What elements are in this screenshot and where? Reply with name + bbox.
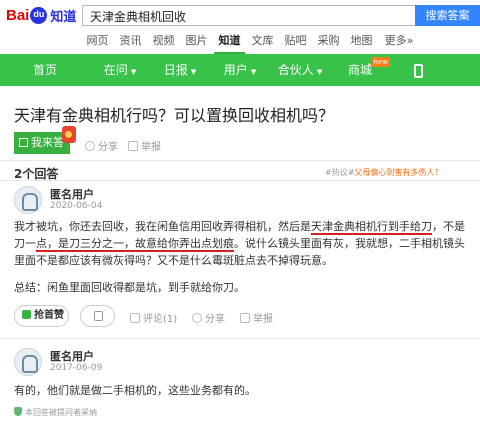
adopted-note: 本回答被提问者采纳 (14, 407, 97, 418)
tab-images[interactable]: 图片 (181, 30, 212, 54)
chevron-down-icon: ▼ (190, 68, 197, 76)
answer-summary: 总结：闲鱼里面回收得都是坑，到手就给你刀。 (14, 281, 245, 294)
edit-icon (19, 138, 28, 147)
adopted-shield-icon (14, 407, 22, 416)
report-icon (128, 141, 138, 151)
main-nav: 首页 在问 ▼ 日报 ▼ 用户 ▼ 合伙人 ▼ 商城 new (0, 54, 480, 86)
paw-icon: du (30, 6, 48, 24)
highlighted-text: 点，是刀三分之一，故意给你弄出点划痕 (36, 237, 234, 250)
nav-mobile[interactable] (390, 54, 450, 86)
tab-zhidao[interactable]: 知道 (214, 30, 245, 54)
share-icon (85, 141, 95, 151)
answer-body: 有的，他们就是做二手相机的，这些业务都有的。 (14, 384, 256, 397)
new-badge: new (371, 57, 390, 67)
tab-news[interactable]: 资讯 (115, 30, 146, 54)
search-input[interactable]: 天津金典相机回收 (82, 5, 416, 26)
tab-purchase[interactable]: 采购 (313, 30, 344, 54)
tab-tieba[interactable]: 贴吧 (280, 30, 311, 54)
tab-map[interactable]: 地图 (346, 30, 377, 54)
nav-partners[interactable]: 合伙人 ▼ (270, 54, 330, 86)
channel-tabs: 网页 资讯 视频 图片 知道 文库 贴吧 采购 地图 更多» (0, 30, 480, 54)
divider (0, 180, 480, 181)
chevron-down-icon: ▼ (316, 68, 323, 76)
nav-home[interactable]: 首页 (0, 54, 90, 86)
tab-webpage[interactable]: 网页 (82, 30, 113, 54)
search-button[interactable]: 搜索答案 (415, 5, 480, 26)
chevron-down-icon: ▼ (130, 68, 137, 76)
divider (0, 338, 480, 339)
report-link[interactable]: 举报 (128, 138, 161, 153)
logo-bai-text: Bai (6, 6, 30, 24)
search-header: Bai du 知道 天津金典相机回收 搜索答案 (0, 0, 480, 30)
tab-wenku[interactable]: 文库 (247, 30, 278, 54)
phone-icon (414, 63, 423, 78)
logo-zhidao-text: 知道 (50, 9, 77, 25)
chevron-down-icon: ▼ (250, 68, 257, 76)
comment-link[interactable]: 评论(1) (130, 310, 177, 325)
answer-date: 2020-06-04 (50, 201, 103, 211)
red-envelope-icon[interactable] (62, 126, 76, 143)
nav-mall[interactable]: 商城 new (330, 54, 390, 86)
divider (0, 160, 480, 161)
answer-user-name: 匿名用户 (50, 350, 94, 363)
nav-users[interactable]: 用户 ▼ (210, 54, 270, 86)
share-icon (192, 313, 202, 323)
report-icon (240, 313, 250, 323)
report-link[interactable]: 举报 (240, 310, 273, 325)
avatar (14, 186, 42, 214)
tab-more[interactable]: 更多» (379, 30, 419, 54)
baidu-zhidao-logo[interactable]: Bai du 知道 (6, 4, 76, 26)
highlighted-text: 天津金典相机行到手给刀 (311, 220, 432, 233)
thumbs-down-icon (94, 311, 103, 321)
tab-video[interactable]: 视频 (148, 30, 179, 54)
dislike-button[interactable] (80, 305, 115, 327)
question-title: 天津有金典相机行吗？可以置换回收相机吗？ (14, 106, 335, 125)
share-link[interactable]: 分享 (192, 310, 225, 325)
share-link[interactable]: 分享 (85, 138, 118, 153)
comment-icon (130, 313, 140, 323)
answer-date: 2017-06-09 (50, 363, 103, 373)
answer-body: 我才被坑，你还去回收，我在闲鱼信用回收弄得相机，然后是天津金典相机行到手给刀，不… (14, 220, 465, 267)
avatar (14, 348, 42, 376)
nav-asking[interactable]: 在问 ▼ (90, 54, 150, 86)
like-button[interactable]: 抢首赞 (14, 305, 69, 327)
nav-daily[interactable]: 日报 ▼ (150, 54, 210, 86)
answer-user-name: 匿名用户 (50, 188, 94, 201)
hot-topic-link[interactable]: #热议#父母偏心到害有多伤人？ (325, 167, 442, 178)
thumbs-up-icon (22, 310, 31, 319)
